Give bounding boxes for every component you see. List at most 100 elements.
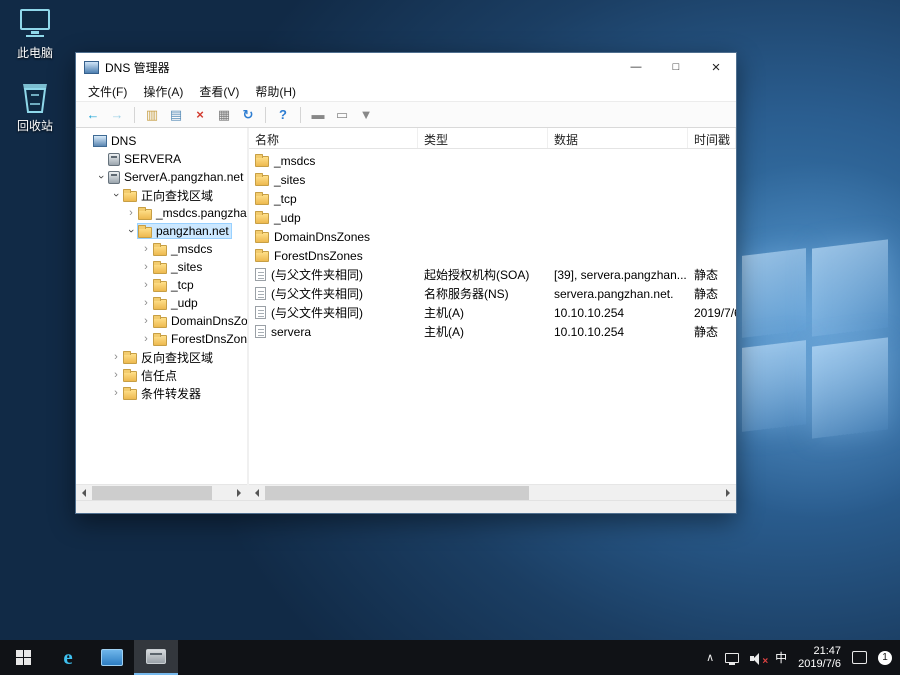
hidden-icons-chevron-icon[interactable]: ∧: [706, 651, 714, 664]
column-header-1[interactable]: 类型: [418, 128, 548, 148]
toolbar: ← → ▥ ▤ × ▦ ↻ ? ▬ ▭ ▼: [76, 102, 736, 128]
folder-icon: [255, 232, 269, 243]
scroll-right-icon[interactable]: [720, 485, 736, 501]
tree-item[interactable]: › pangzhan.net: [76, 222, 247, 240]
record-name: ForestDnsZones: [274, 249, 363, 263]
scrollbar-thumb[interactable]: [92, 486, 212, 500]
windows-logo-pane: [742, 248, 806, 338]
toolbar-separator: [134, 107, 135, 123]
taskbar-clock[interactable]: 21:47 2019/7/6: [798, 645, 841, 671]
scroll-left-icon[interactable]: [76, 485, 92, 501]
console-tree-icon[interactable]: ▥: [141, 105, 163, 125]
record-type: 主机(A): [418, 323, 548, 340]
column-header-0[interactable]: 名称: [249, 128, 418, 148]
scrollbar-track[interactable]: [92, 485, 231, 501]
table-row[interactable]: (与父文件夹相同) 主机(A) 10.10.10.254 2019/7/6: [249, 303, 736, 322]
table-row[interactable]: _sites: [249, 170, 736, 189]
taskbar-app-button[interactable]: [90, 640, 134, 675]
maximize-button[interactable]: □: [656, 53, 696, 81]
titlebar[interactable]: DNS 管理器 — □ ×: [76, 53, 736, 81]
expander-icon[interactable]: ›: [95, 171, 107, 183]
menu-item[interactable]: 操作(A): [135, 81, 191, 102]
table-row[interactable]: (与父文件夹相同) 起始授权机构(SOA) [39], servera.pang…: [249, 265, 736, 284]
expander-icon[interactable]: ›: [110, 351, 122, 363]
tree-item[interactable]: › _tcp: [76, 276, 247, 294]
tree-item[interactable]: SERVERA: [76, 150, 247, 168]
tree-item[interactable]: › 反向查找区域: [76, 348, 247, 366]
action-center-icon[interactable]: [852, 651, 867, 664]
table-row[interactable]: DomainDnsZones: [249, 227, 736, 246]
tree-item[interactable]: DNS: [76, 132, 247, 150]
minimize-button[interactable]: —: [616, 53, 656, 81]
table-row[interactable]: _msdcs: [249, 151, 736, 170]
network-icon[interactable]: [725, 653, 739, 663]
expander-icon[interactable]: ›: [140, 279, 152, 291]
record-icon: [255, 306, 266, 319]
tree-item[interactable]: › DomainDnsZones: [76, 312, 247, 330]
export-list-icon[interactable]: ▦: [213, 105, 235, 125]
list-horizontal-scrollbar[interactable]: [249, 484, 736, 500]
record-type: 名称服务器(NS): [418, 285, 548, 302]
ime-indicator[interactable]: 中: [775, 649, 787, 666]
record-name: (与父文件夹相同): [271, 304, 363, 321]
tree-item[interactable]: › _sites: [76, 258, 247, 276]
refresh-icon[interactable]: ↻: [237, 105, 259, 125]
help-icon[interactable]: ?: [272, 105, 294, 125]
expander-icon[interactable]: ›: [140, 297, 152, 309]
tree-item[interactable]: › _msdcs: [76, 240, 247, 258]
close-button[interactable]: ×: [696, 53, 736, 81]
scrollbar-thumb[interactable]: [265, 486, 529, 500]
desktop-icon-recycle-bin[interactable]: 回收站: [2, 79, 68, 134]
tree-item[interactable]: › _msdcs.pangzhan.net: [76, 204, 247, 222]
taskbar-edge-button[interactable]: e: [46, 640, 90, 675]
table-row[interactable]: ForestDnsZones: [249, 246, 736, 265]
tree-item[interactable]: › _udp: [76, 294, 247, 312]
tree-item[interactable]: › ForestDnsZones: [76, 330, 247, 348]
expander-icon[interactable]: ›: [140, 315, 152, 327]
record-icon: [255, 287, 266, 300]
volume-muted-icon[interactable]: ×: [750, 652, 764, 664]
filter-icon[interactable]: ▼: [355, 105, 377, 125]
tree-item[interactable]: › ServerA.pangzhan.net: [76, 168, 247, 186]
tree-horizontal-scrollbar[interactable]: [76, 484, 247, 500]
view-details-icon[interactable]: ▭: [331, 105, 353, 125]
taskbar-dns-manager-button[interactable]: [134, 640, 178, 675]
table-row[interactable]: _tcp: [249, 189, 736, 208]
menubar: 文件(F) 操作(A) 查看(V) 帮助(H): [76, 81, 736, 102]
expander-icon[interactable]: ›: [125, 207, 137, 219]
record-icon: [255, 325, 266, 338]
back-icon[interactable]: ←: [82, 105, 104, 125]
delete-icon[interactable]: ×: [189, 105, 211, 125]
expander-icon[interactable]: ›: [140, 333, 152, 345]
table-row[interactable]: (与父文件夹相同) 名称服务器(NS) servera.pangzhan.net…: [249, 284, 736, 303]
tree-item[interactable]: › 信任点: [76, 366, 247, 384]
table-row[interactable]: _udp: [249, 208, 736, 227]
expander-icon[interactable]: ›: [140, 261, 152, 273]
expander-icon[interactable]: ›: [140, 243, 152, 255]
table-row[interactable]: servera 主机(A) 10.10.10.254 静态: [249, 322, 736, 341]
notification-badge[interactable]: 1: [878, 651, 892, 665]
start-button[interactable]: [0, 640, 46, 675]
expander-icon[interactable]: ›: [110, 369, 122, 381]
menu-item[interactable]: 文件(F): [80, 81, 135, 102]
system-tray: ∧ × 中 21:47 2019/7/6 1: [706, 645, 900, 671]
forward-icon[interactable]: →: [106, 105, 128, 125]
expander-icon[interactable]: ›: [125, 225, 137, 237]
record-name: servera: [271, 325, 311, 339]
column-header-2[interactable]: 数据: [548, 128, 688, 148]
server-tools-icon: [146, 649, 166, 664]
expander-icon[interactable]: ›: [110, 387, 122, 399]
desktop-icon-this-pc[interactable]: 此电脑: [2, 6, 68, 61]
expander-icon[interactable]: ›: [110, 189, 122, 201]
scrollbar-track[interactable]: [265, 485, 720, 501]
view-list-icon[interactable]: ▬: [307, 105, 329, 125]
scroll-left-icon[interactable]: [249, 485, 265, 501]
tree-item[interactable]: › 正向查找区域: [76, 186, 247, 204]
tree-item[interactable]: › 条件转发器: [76, 384, 247, 402]
properties-icon[interactable]: ▤: [165, 105, 187, 125]
menu-item[interactable]: 查看(V): [191, 81, 247, 102]
toolbar-separator: [300, 107, 301, 123]
menu-item[interactable]: 帮助(H): [247, 81, 304, 102]
column-header-3[interactable]: 时间戳: [688, 128, 736, 148]
scroll-right-icon[interactable]: [231, 485, 247, 501]
